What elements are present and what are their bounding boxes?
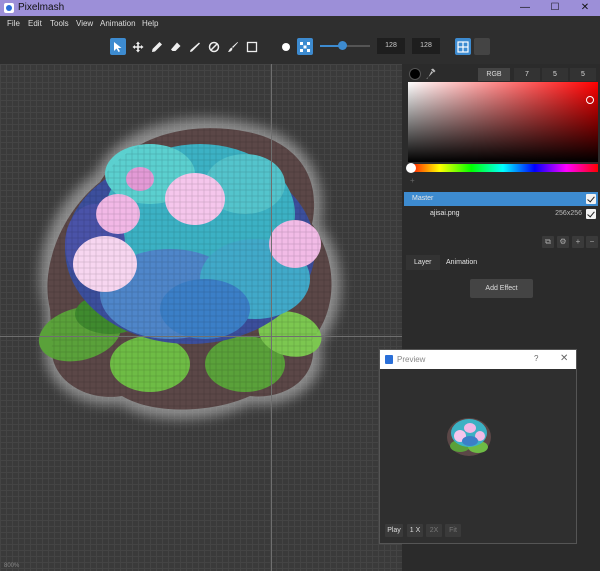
eyedropper-icon[interactable] xyxy=(426,68,436,80)
close-window-button[interactable]: ✕ xyxy=(570,0,600,16)
round-brush-button[interactable] xyxy=(278,38,294,55)
minimize-button[interactable]: — xyxy=(510,0,540,16)
canvas-area[interactable]: 800% xyxy=(0,64,402,571)
menu-tools[interactable]: Tools xyxy=(50,19,69,28)
circle-brush-icon xyxy=(282,42,290,51)
tab-layer[interactable]: Layer xyxy=(406,255,440,270)
blue-value-input[interactable]: 5 xyxy=(570,68,596,81)
brush-size-slider-knob[interactable] xyxy=(338,41,347,50)
move-arrows-icon xyxy=(132,41,144,52)
canvas-width-input[interactable]: 128 xyxy=(377,38,405,54)
preview-help-button[interactable]: ? xyxy=(534,354,538,363)
zoom-readout: 800% xyxy=(4,563,20,569)
preview-app-icon xyxy=(385,355,393,364)
layer-size: 256x256 xyxy=(555,210,582,217)
add-swatch-icon[interactable]: + xyxy=(410,176,415,185)
hue-slider-knob[interactable] xyxy=(406,163,416,173)
select-tool-button[interactable] xyxy=(110,38,126,55)
pencil-tool-button[interactable] xyxy=(149,38,165,55)
pencil-icon xyxy=(152,41,162,52)
preview-header: Preview ? ✕ xyxy=(380,350,576,369)
horizontal-guide-line xyxy=(0,336,402,337)
preview-1x-button[interactable]: 1 X xyxy=(407,524,423,537)
preview-close-button[interactable]: ✕ xyxy=(560,353,568,364)
preview-title: Preview xyxy=(397,355,426,364)
grid-icon xyxy=(457,40,469,53)
secondary-view-button[interactable] xyxy=(474,38,490,55)
grid-toggle-button[interactable] xyxy=(455,38,471,55)
canvas-height-input[interactable]: 128 xyxy=(412,38,440,54)
color-saturation-field[interactable] xyxy=(408,82,598,162)
eraser-icon xyxy=(171,42,181,51)
rectangle-icon xyxy=(246,41,258,52)
menu-file[interactable]: File xyxy=(7,19,20,28)
layer-row-master[interactable]: Master xyxy=(404,192,598,206)
no-fill-circle-icon xyxy=(208,41,220,52)
menu-help[interactable]: Help xyxy=(142,19,158,28)
cursor-arrow-icon xyxy=(114,41,122,52)
menu-bar: File Edit Tools View Animation Help xyxy=(0,16,600,30)
paint-brush-icon xyxy=(228,41,238,52)
eraser-tool-button[interactable] xyxy=(168,38,184,55)
menu-view[interactable]: View xyxy=(76,19,93,28)
preview-2x-button[interactable]: 2X xyxy=(426,524,442,537)
hydrangea-artwork xyxy=(38,118,341,419)
vertical-guide-line xyxy=(271,64,272,571)
title-bar: Pixelmash — ☐ ✕ xyxy=(0,0,600,16)
dither-brush-button[interactable] xyxy=(297,38,313,55)
line-brush-icon xyxy=(190,42,200,52)
app-logo-icon xyxy=(4,3,14,13)
current-color-swatch[interactable] xyxy=(409,68,421,80)
layer-name: ajisai.png xyxy=(430,210,460,217)
layer-settings-button[interactable]: ⚙ xyxy=(557,236,569,248)
preview-play-button[interactable]: Play xyxy=(385,524,403,537)
layer-name: Master xyxy=(412,195,434,202)
remove-layer-button[interactable]: − xyxy=(586,236,598,248)
brush-tool-button[interactable] xyxy=(225,38,241,55)
green-value-input[interactable]: 5 xyxy=(542,68,568,81)
move-tool-button[interactable] xyxy=(130,38,146,55)
menu-animation[interactable]: Animation xyxy=(100,19,136,28)
tab-animation[interactable]: Animation xyxy=(438,255,485,270)
layer-row[interactable]: ajisai.png 256x256 xyxy=(404,207,598,221)
maximize-button[interactable]: ☐ xyxy=(540,0,570,16)
preview-window: Preview ? ✕ Play 1 X 2X Fit xyxy=(379,349,577,544)
fill-tool-button[interactable] xyxy=(206,38,222,55)
duplicate-layer-button[interactable]: ⧉ xyxy=(542,236,554,248)
layer-visibility-checkbox[interactable] xyxy=(586,194,596,204)
preview-fit-button[interactable]: Fit xyxy=(445,524,461,537)
menu-edit[interactable]: Edit xyxy=(28,19,42,28)
preview-thumbnail xyxy=(447,418,491,456)
line-tool-button[interactable] xyxy=(187,38,203,55)
color-field-cursor[interactable] xyxy=(586,96,594,104)
toolbar: 128 128 xyxy=(0,30,600,64)
add-layer-button[interactable]: + xyxy=(572,236,584,248)
layer-visibility-checkbox[interactable] xyxy=(586,209,596,219)
pixel-dither-icon xyxy=(300,41,310,52)
window-title: Pixelmash xyxy=(18,2,65,13)
hue-slider[interactable] xyxy=(408,164,598,172)
add-effect-button[interactable]: Add Effect xyxy=(470,279,533,298)
rectangle-tool-button[interactable] xyxy=(244,38,260,55)
red-value-input[interactable]: 7 xyxy=(514,68,540,81)
color-mode-button[interactable]: RGB xyxy=(478,68,510,81)
